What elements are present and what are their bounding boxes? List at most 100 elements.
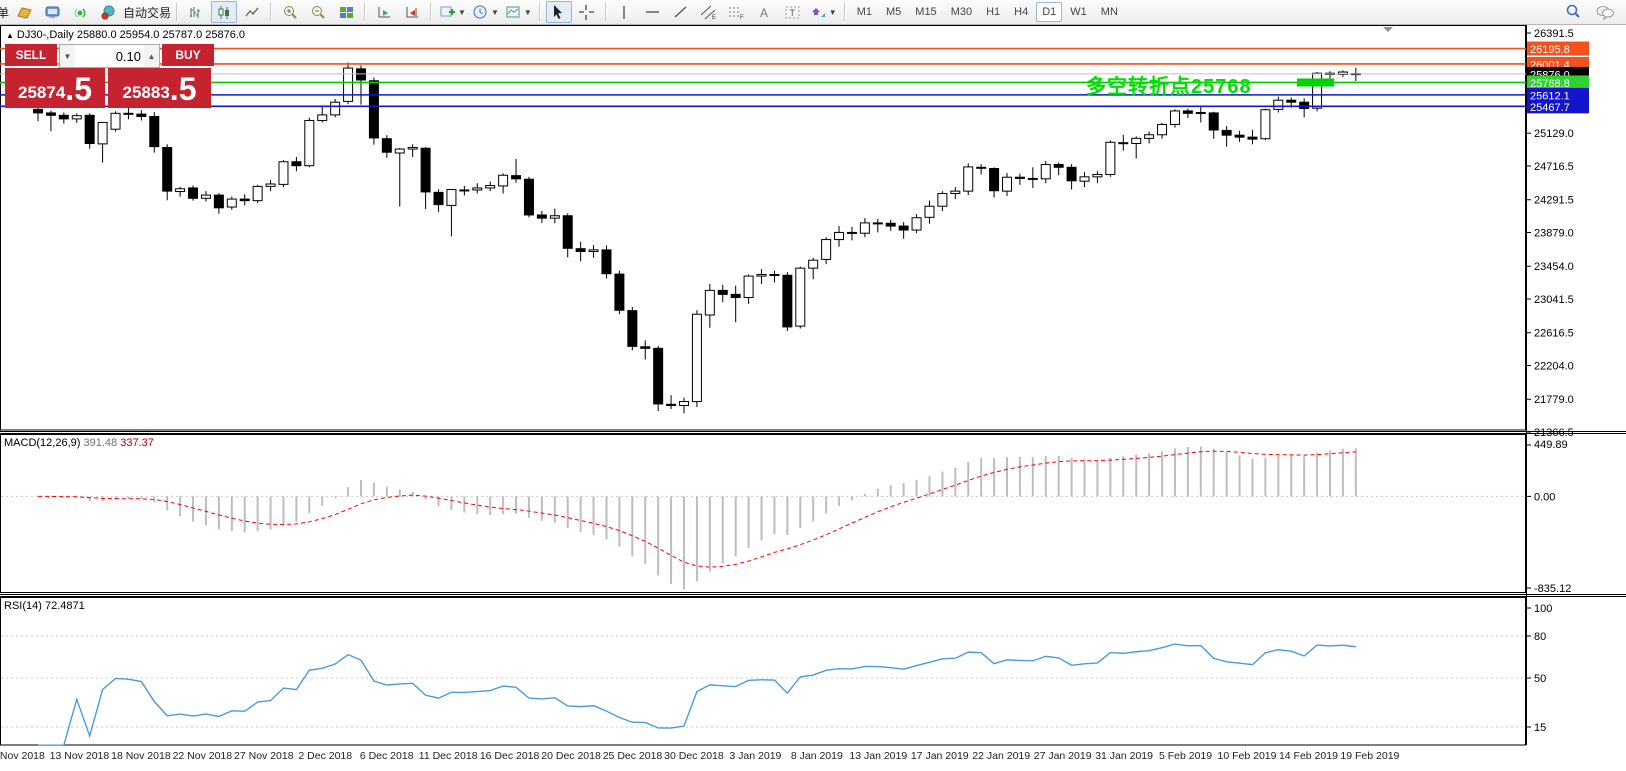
toolbar-right	[1560, 1, 1626, 23]
vertical-line-tool-icon[interactable]	[612, 1, 638, 23]
toolbar-separator	[539, 3, 541, 21]
signals-icon[interactable]	[67, 1, 93, 23]
trendline-tool-icon[interactable]	[668, 1, 694, 23]
svg-text:24716.5: 24716.5	[1534, 161, 1574, 173]
svg-text:27 Nov 2018: 27 Nov 2018	[234, 750, 294, 762]
rsi-indicator-label: RSI(14) 72.4871	[4, 600, 85, 612]
svg-text:T: T	[790, 8, 796, 18]
auto-trading-icon[interactable]	[95, 1, 121, 23]
sell-button[interactable]: SELL	[5, 44, 57, 68]
svg-text:-835.12: -835.12	[1534, 583, 1571, 595]
svg-text:21366.5: 21366.5	[1534, 427, 1574, 439]
timeframe-m1[interactable]: M1	[851, 2, 878, 22]
svg-text:26195.8: 26195.8	[1530, 44, 1570, 56]
svg-text:8 Nov 2018: 8 Nov 2018	[0, 750, 45, 762]
lot-decrease-button[interactable]: ▼	[60, 45, 75, 67]
lot-size-spinner: ▼ ▲	[59, 44, 160, 68]
buy-price-frac: .5	[170, 72, 197, 106]
one-click-trade-panel: SELL ▼ ▲ BUY 25874.5 25883.5	[5, 44, 211, 108]
fibonacci-tool-icon[interactable]: F	[724, 1, 750, 23]
auto-scroll-icon[interactable]	[371, 1, 397, 23]
svg-text:F: F	[740, 15, 744, 21]
timeframe-d1[interactable]: D1	[1036, 2, 1062, 22]
toolbar: 单 自动交易	[0, 0, 1626, 25]
svg-text:23041.5: 23041.5	[1534, 294, 1574, 306]
timeframe-m30[interactable]: M30	[945, 2, 978, 22]
buy-price[interactable]: 25883.5	[108, 68, 211, 108]
line-chart-type-icon[interactable]	[239, 1, 265, 23]
svg-text:13 Nov 2018: 13 Nov 2018	[50, 750, 110, 762]
lot-increase-button[interactable]: ▲	[144, 45, 159, 67]
svg-text:21779.0: 21779.0	[1534, 394, 1574, 406]
zoom-out-icon[interactable]	[305, 1, 331, 23]
timeframe-m15[interactable]: M15	[909, 2, 942, 22]
timeframe-h4[interactable]: H4	[1008, 2, 1034, 22]
svg-text:30 Dec 2018: 30 Dec 2018	[664, 750, 724, 762]
timeframe-m5[interactable]: M5	[880, 2, 907, 22]
mt4-window: 单 自动交易	[0, 0, 1626, 771]
svg-text:E: E	[712, 15, 716, 21]
new-order-partial-label[interactable]: 单	[0, 4, 9, 21]
svg-text:11 Dec 2018: 11 Dec 2018	[419, 750, 478, 762]
svg-text:3 Jan 2019: 3 Jan 2019	[729, 750, 781, 762]
svg-text:25 Dec 2018: 25 Dec 2018	[603, 750, 663, 762]
svg-text:100: 100	[1534, 603, 1552, 615]
toolbar-separator	[844, 3, 846, 21]
svg-text:23879.0: 23879.0	[1534, 227, 1574, 239]
toolbar-separator	[270, 3, 272, 21]
pivot-annotation-text: 多空转折点25768	[1086, 70, 1252, 99]
equidistant-channel-tool-icon[interactable]: E	[696, 1, 722, 23]
chart-title-text: DJ30-,Daily 25880.0 25954.0 25787.0 2587…	[17, 29, 245, 41]
svg-text:22616.5: 22616.5	[1534, 328, 1574, 340]
svg-text:26391.5: 26391.5	[1534, 28, 1574, 40]
sell-price-frac: .5	[65, 72, 92, 106]
market-watch-icon[interactable]	[39, 1, 65, 23]
tile-windows-icon[interactable]	[333, 1, 359, 23]
svg-text:6 Dec 2018: 6 Dec 2018	[360, 750, 414, 762]
text-tool-icon[interactable]: A	[752, 1, 778, 23]
period-icon[interactable]: ▼	[470, 1, 501, 23]
buy-button[interactable]: BUY	[162, 44, 214, 68]
timeframe-mn[interactable]: MN	[1095, 2, 1124, 22]
timeframe-h1[interactable]: H1	[980, 2, 1006, 22]
svg-text:13 Jan 2019: 13 Jan 2019	[849, 750, 907, 762]
chat-icon[interactable]	[1592, 1, 1618, 23]
svg-text:16 Dec 2018: 16 Dec 2018	[480, 750, 540, 762]
bar-chart-type-icon[interactable]	[183, 1, 209, 23]
panel-borders	[0, 25, 1626, 745]
template-icon[interactable]: ▼	[503, 1, 534, 23]
sell-price-main: 25874	[18, 80, 65, 106]
svg-text:17 Jan 2019: 17 Jan 2019	[911, 750, 969, 762]
cursor-tool-icon[interactable]	[546, 1, 572, 23]
add-indicator-icon[interactable]: ▼	[437, 1, 468, 23]
auto-trading-label[interactable]: 自动交易	[123, 4, 171, 21]
search-icon[interactable]	[1560, 1, 1586, 23]
svg-text:22 Jan 2019: 22 Jan 2019	[972, 750, 1030, 762]
svg-text:10 Feb 2019: 10 Feb 2019	[1218, 750, 1277, 762]
zoom-in-icon[interactable]	[277, 1, 303, 23]
toolbar-separator	[605, 3, 607, 21]
svg-text:80: 80	[1534, 631, 1546, 643]
svg-text:15: 15	[1534, 722, 1546, 734]
crosshair-tool-icon[interactable]	[574, 1, 600, 23]
arrows-tool-icon[interactable]: ▼	[808, 1, 839, 23]
svg-text:24291.5: 24291.5	[1534, 195, 1574, 207]
new-order-icon[interactable]	[11, 1, 37, 23]
chart-shift-icon[interactable]	[399, 1, 425, 23]
sell-price[interactable]: 25874.5	[5, 68, 105, 108]
svg-text:0.00: 0.00	[1534, 491, 1555, 503]
timeframe-w1[interactable]: W1	[1064, 2, 1093, 22]
candlestick-chart-type-icon[interactable]	[211, 1, 237, 23]
svg-text:22204.0: 22204.0	[1534, 360, 1574, 372]
svg-text:27 Jan 2019: 27 Jan 2019	[1034, 750, 1092, 762]
price-axis: 26391.525129.024716.524291.523879.023454…	[1526, 28, 1589, 439]
chart-title: ▲DJ30-,Daily 25880.0 25954.0 25787.0 258…	[6, 29, 245, 41]
svg-text:31 Jan 2019: 31 Jan 2019	[1095, 750, 1153, 762]
lot-size-input[interactable]	[75, 45, 144, 67]
collapse-triangle-icon[interactable]: ▲	[6, 31, 14, 40]
svg-text:2 Dec 2018: 2 Dec 2018	[298, 750, 352, 762]
svg-text:19 Feb 2019: 19 Feb 2019	[1340, 750, 1399, 762]
chart-canvas[interactable]: 26391.525129.024716.524291.523879.023454…	[0, 24, 1626, 771]
horizontal-line-tool-icon[interactable]	[640, 1, 666, 23]
text-label-tool-icon[interactable]: T	[780, 1, 806, 23]
